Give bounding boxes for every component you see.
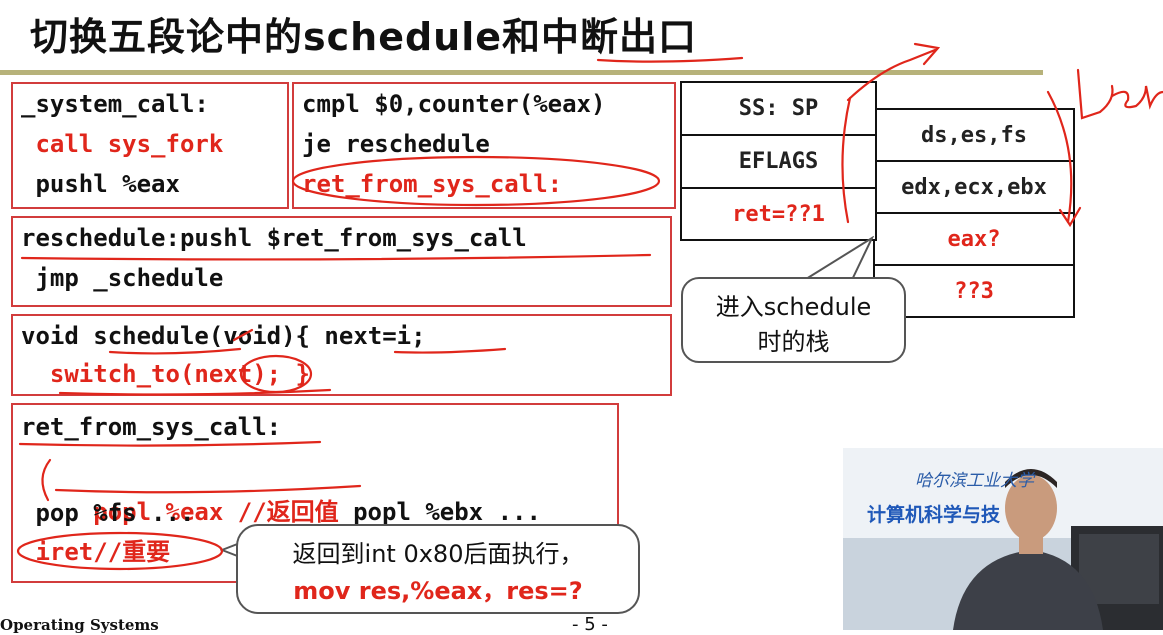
stack-cell: eax? bbox=[875, 214, 1073, 266]
title-underline-rule bbox=[0, 70, 1043, 75]
code-box-schedule-function: void schedule(void){ next=i; switch_to(n… bbox=[11, 314, 672, 396]
code-line: jmp _schedule bbox=[21, 264, 224, 292]
code-box-system-call: _system_call: call sys_fork pushl %eax bbox=[11, 82, 289, 209]
callout-line: 返回到int 0x80后面执行， bbox=[292, 540, 584, 568]
stack-cell: SS: SP bbox=[682, 83, 875, 136]
code-line: cmpl $0,counter(%eax) bbox=[302, 90, 606, 118]
video-banner-line2: 计算机科学与技 bbox=[867, 504, 1001, 526]
code-box-reschedule: reschedule:pushl $ret_from_sys_call jmp … bbox=[11, 216, 672, 307]
video-banner-line1: 哈尔滨工业大学 bbox=[915, 471, 1034, 491]
code-line: _system_call: bbox=[21, 90, 209, 118]
code-line: pushl %eax bbox=[21, 170, 180, 198]
code-line: call sys_fork bbox=[21, 130, 224, 158]
callout-line: mov res,%eax，res=? bbox=[293, 577, 583, 605]
stack-cell: EFLAGS bbox=[682, 136, 875, 189]
code-line: iret//重要 bbox=[21, 538, 171, 566]
code-line: ret_from_sys_call: bbox=[302, 170, 563, 198]
callout-iret-note: 返回到int 0x80后面执行， mov res,%eax，res=? bbox=[236, 524, 640, 614]
callout-stack-note: 进入schedule 时的栈 bbox=[681, 277, 906, 363]
page-number: - 5 - bbox=[572, 614, 608, 635]
code-line: reschedule:pushl $ret_from_sys_call bbox=[21, 224, 527, 252]
code-segment: popl %ebx ... bbox=[338, 498, 541, 526]
code-box-cmpl: cmpl $0,counter(%eax) je reschedule ret_… bbox=[292, 82, 676, 209]
stack-cell: ret=??1 bbox=[732, 201, 825, 227]
stack-cell: edx,ecx,ebx bbox=[875, 162, 1073, 214]
callout-line: 进入schedule bbox=[715, 293, 872, 321]
footer-course-name: Operating Systems bbox=[0, 616, 159, 634]
code-line: pop %fs ... bbox=[21, 499, 195, 527]
code-line: switch_to(next); } bbox=[21, 360, 310, 388]
code-line: void schedule(void){ next=i; bbox=[21, 322, 426, 350]
slide-title: 切换五段论中的schedule和中断出口 bbox=[30, 15, 698, 59]
callout-line: 时的栈 bbox=[757, 328, 830, 356]
lecturer-video: 哈尔滨工业大学 计算机科学与技 bbox=[843, 448, 1163, 630]
kernel-stack-left: SS: SP EFLAGS ret=??1 bbox=[680, 81, 877, 241]
code-line: ret_from_sys_call: bbox=[21, 413, 282, 441]
code-line: je reschedule bbox=[302, 130, 490, 158]
stack-cell: ds,es,fs bbox=[875, 110, 1073, 162]
